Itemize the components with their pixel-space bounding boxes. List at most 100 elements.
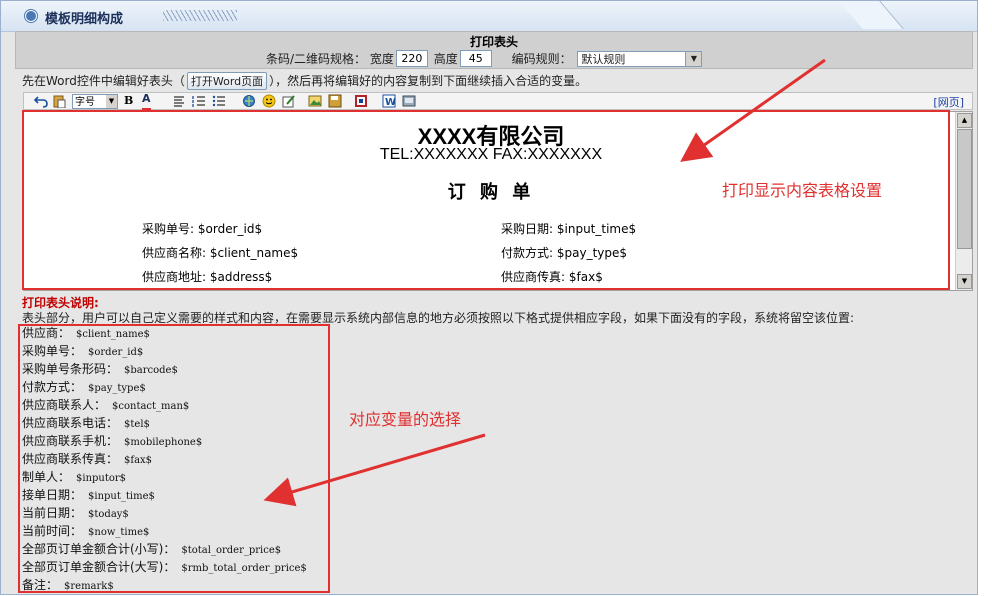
variable-label: 当前时间：: [22, 524, 83, 538]
open-word-button[interactable]: 打开Word页面: [186, 72, 268, 90]
width-input[interactable]: [395, 50, 428, 67]
link-icon[interactable]: [242, 94, 256, 108]
list-item: 采购单号条形码： $barcode$: [22, 360, 307, 378]
variable-list: 供应商： $client_name$ 采购单号： $order_id$ 采购单号条形…: [22, 324, 307, 594]
annotation-print-content: 打印显示内容表格设置: [722, 181, 883, 200]
preview-icon[interactable]: [402, 94, 416, 108]
word-hint: 先在Word控件中编辑好表头（ 打开Word页面 ），然后再将编辑好的内容复制到下面…: [22, 72, 587, 90]
paste-icon[interactable]: [52, 94, 66, 108]
width-label: 宽度: [369, 52, 394, 66]
field-client-name: 供应商名称: $client_name$: [142, 244, 298, 261]
list-item: 全部页订单金额合计(大写)： $rmb_total_order_price$: [22, 558, 307, 576]
unordered-list-icon[interactable]: [212, 94, 226, 108]
field-label: 采购日期:: [501, 222, 554, 236]
bullet-icon: [25, 10, 37, 22]
variable-code: $contact_man$: [112, 401, 190, 412]
title-tab-edge: [839, 1, 977, 31]
variable-code: $input_time$: [88, 491, 155, 502]
flash-icon[interactable]: [354, 94, 368, 108]
word-icon[interactable]: W: [382, 94, 396, 108]
variable-code: $total_order_price$: [181, 545, 282, 556]
variable-code: $today$: [88, 509, 129, 520]
variable-code: $tel$: [124, 419, 150, 430]
edit-icon[interactable]: [282, 94, 296, 108]
print-header-settings: 打印表头 条码/二维码规格： 宽度 高度 编码规则： 默认规则 ▼: [15, 31, 973, 69]
panel-title-bar: 模板明细构成: [1, 1, 977, 32]
panel-content: 打印表头 条码/二维码规格： 宽度 高度 编码规则： 默认规则 ▼ 先在Word控…: [15, 31, 973, 596]
scroll-thumb[interactable]: [957, 129, 972, 249]
field-value: $address$: [209, 270, 273, 284]
save-icon[interactable]: [328, 94, 342, 108]
list-item: 当前时间： $now_time$: [22, 522, 307, 540]
variable-label: 全部页订单金额合计(大写)：: [22, 560, 176, 574]
svg-text:W: W: [385, 97, 396, 108]
image-icon[interactable]: [308, 94, 322, 108]
print-header-title: 打印表头: [469, 35, 518, 49]
list-item: 当前日期： $today$: [22, 504, 307, 522]
field-pay-type: 付款方式: $pay_type$: [501, 244, 627, 261]
variable-label: 付款方式：: [22, 380, 83, 394]
list-item: 供应商联系电话： $tel$: [22, 414, 307, 432]
font-color-icon[interactable]: A: [142, 93, 151, 111]
field-label: 付款方式:: [501, 246, 554, 260]
list-item: 供应商联系手机： $mobilephone$: [22, 432, 307, 450]
variable-label: 供应商联系传真：: [22, 452, 119, 466]
barcode-options: 条码/二维码规格： 宽度 高度 编码规则： 默认规则 ▼: [266, 50, 703, 67]
variable-code: $order_id$: [88, 347, 144, 358]
hint-after: ），然后再将编辑好的内容复制到下面继续插入合适的变量。: [269, 74, 588, 88]
variable-code: $client_name$: [76, 329, 150, 340]
editor-scrollbar[interactable]: ▲ ▼: [955, 112, 972, 290]
field-input-time: 采购日期: $input_time$: [501, 220, 636, 237]
field-value: $pay_type$: [556, 246, 628, 260]
list-item: 采购单号： $order_id$: [22, 342, 307, 360]
field-value: $fax$: [568, 270, 603, 284]
field-address: 供应商地址: $address$: [142, 268, 272, 285]
align-icon[interactable]: [172, 94, 186, 108]
undo-icon[interactable]: [34, 94, 48, 108]
annotation-variable-choice: 对应变量的选择: [349, 410, 462, 429]
hint-before: 先在Word控件中编辑好表头（: [22, 74, 185, 88]
panel-title: 模板明细构成: [45, 12, 124, 27]
variable-code: $remark$: [64, 581, 114, 592]
encoding-value: 默认规则: [581, 52, 626, 66]
chevron-down-icon[interactable]: ▼: [106, 95, 117, 108]
list-item: 全部页订单金额合计(小写)： $total_order_price$: [22, 540, 307, 558]
dropdown-arrow-icon[interactable]: ▼: [685, 51, 702, 66]
scroll-up-icon[interactable]: ▲: [957, 113, 972, 128]
list-item: 备注： $remark$: [22, 576, 307, 594]
ordered-list-icon[interactable]: [192, 94, 206, 108]
field-label: 供应商传真:: [501, 270, 566, 284]
variable-label: 供应商：: [22, 326, 71, 340]
variable-code: $inputor$: [76, 473, 127, 484]
variable-label: 采购单号：: [22, 344, 83, 358]
variable-code: $mobilephone$: [124, 437, 203, 448]
field-label: 供应商地址:: [142, 270, 207, 284]
font-size-value: 字号: [75, 97, 95, 108]
field-fax: 供应商传真: $fax$: [501, 268, 603, 285]
field-value: $client_name$: [209, 246, 299, 260]
variable-label: 供应商联系人：: [22, 398, 107, 412]
bold-icon[interactable]: B: [124, 94, 133, 108]
title-decoration: [163, 10, 237, 21]
font-size-select[interactable]: 字号 ▼: [72, 94, 118, 109]
variable-code: $now_time$: [88, 527, 150, 538]
encoding-select[interactable]: 默认规则 ▼: [577, 50, 703, 67]
template-editor[interactable]: XXXX有限公司 TEL:XXXXXXX FAX:XXXXXXX 订 购 单 采…: [23, 111, 973, 291]
scroll-down-icon[interactable]: ▼: [957, 274, 972, 289]
template-detail-panel: 模板明细构成 打印表头 条码/二维码规格： 宽度 高度 编码规则： 默认规则 ▼ …: [0, 0, 978, 595]
list-item: 供应商联系人： $contact_man$: [22, 396, 307, 414]
field-order-id: 采购单号: $order_id$: [142, 220, 262, 237]
variable-label: 供应商联系电话：: [22, 416, 119, 430]
height-input[interactable]: [459, 50, 492, 67]
variable-code: $barcode$: [124, 365, 178, 376]
variable-label: 制单人：: [22, 470, 71, 484]
list-item: 制单人： $inputor$: [22, 468, 307, 486]
height-label: 高度: [433, 52, 458, 66]
list-item: 供应商： $client_name$: [22, 324, 307, 342]
editor-toolbar: 字号 ▼ B A W [网页]: [23, 92, 973, 111]
variable-label: 接单日期：: [22, 488, 83, 502]
web-view-link[interactable]: [网页]: [933, 94, 964, 110]
emoticon-icon[interactable]: [262, 94, 276, 108]
variable-code: $pay_type$: [88, 383, 146, 394]
variable-code: $fax$: [124, 455, 153, 466]
